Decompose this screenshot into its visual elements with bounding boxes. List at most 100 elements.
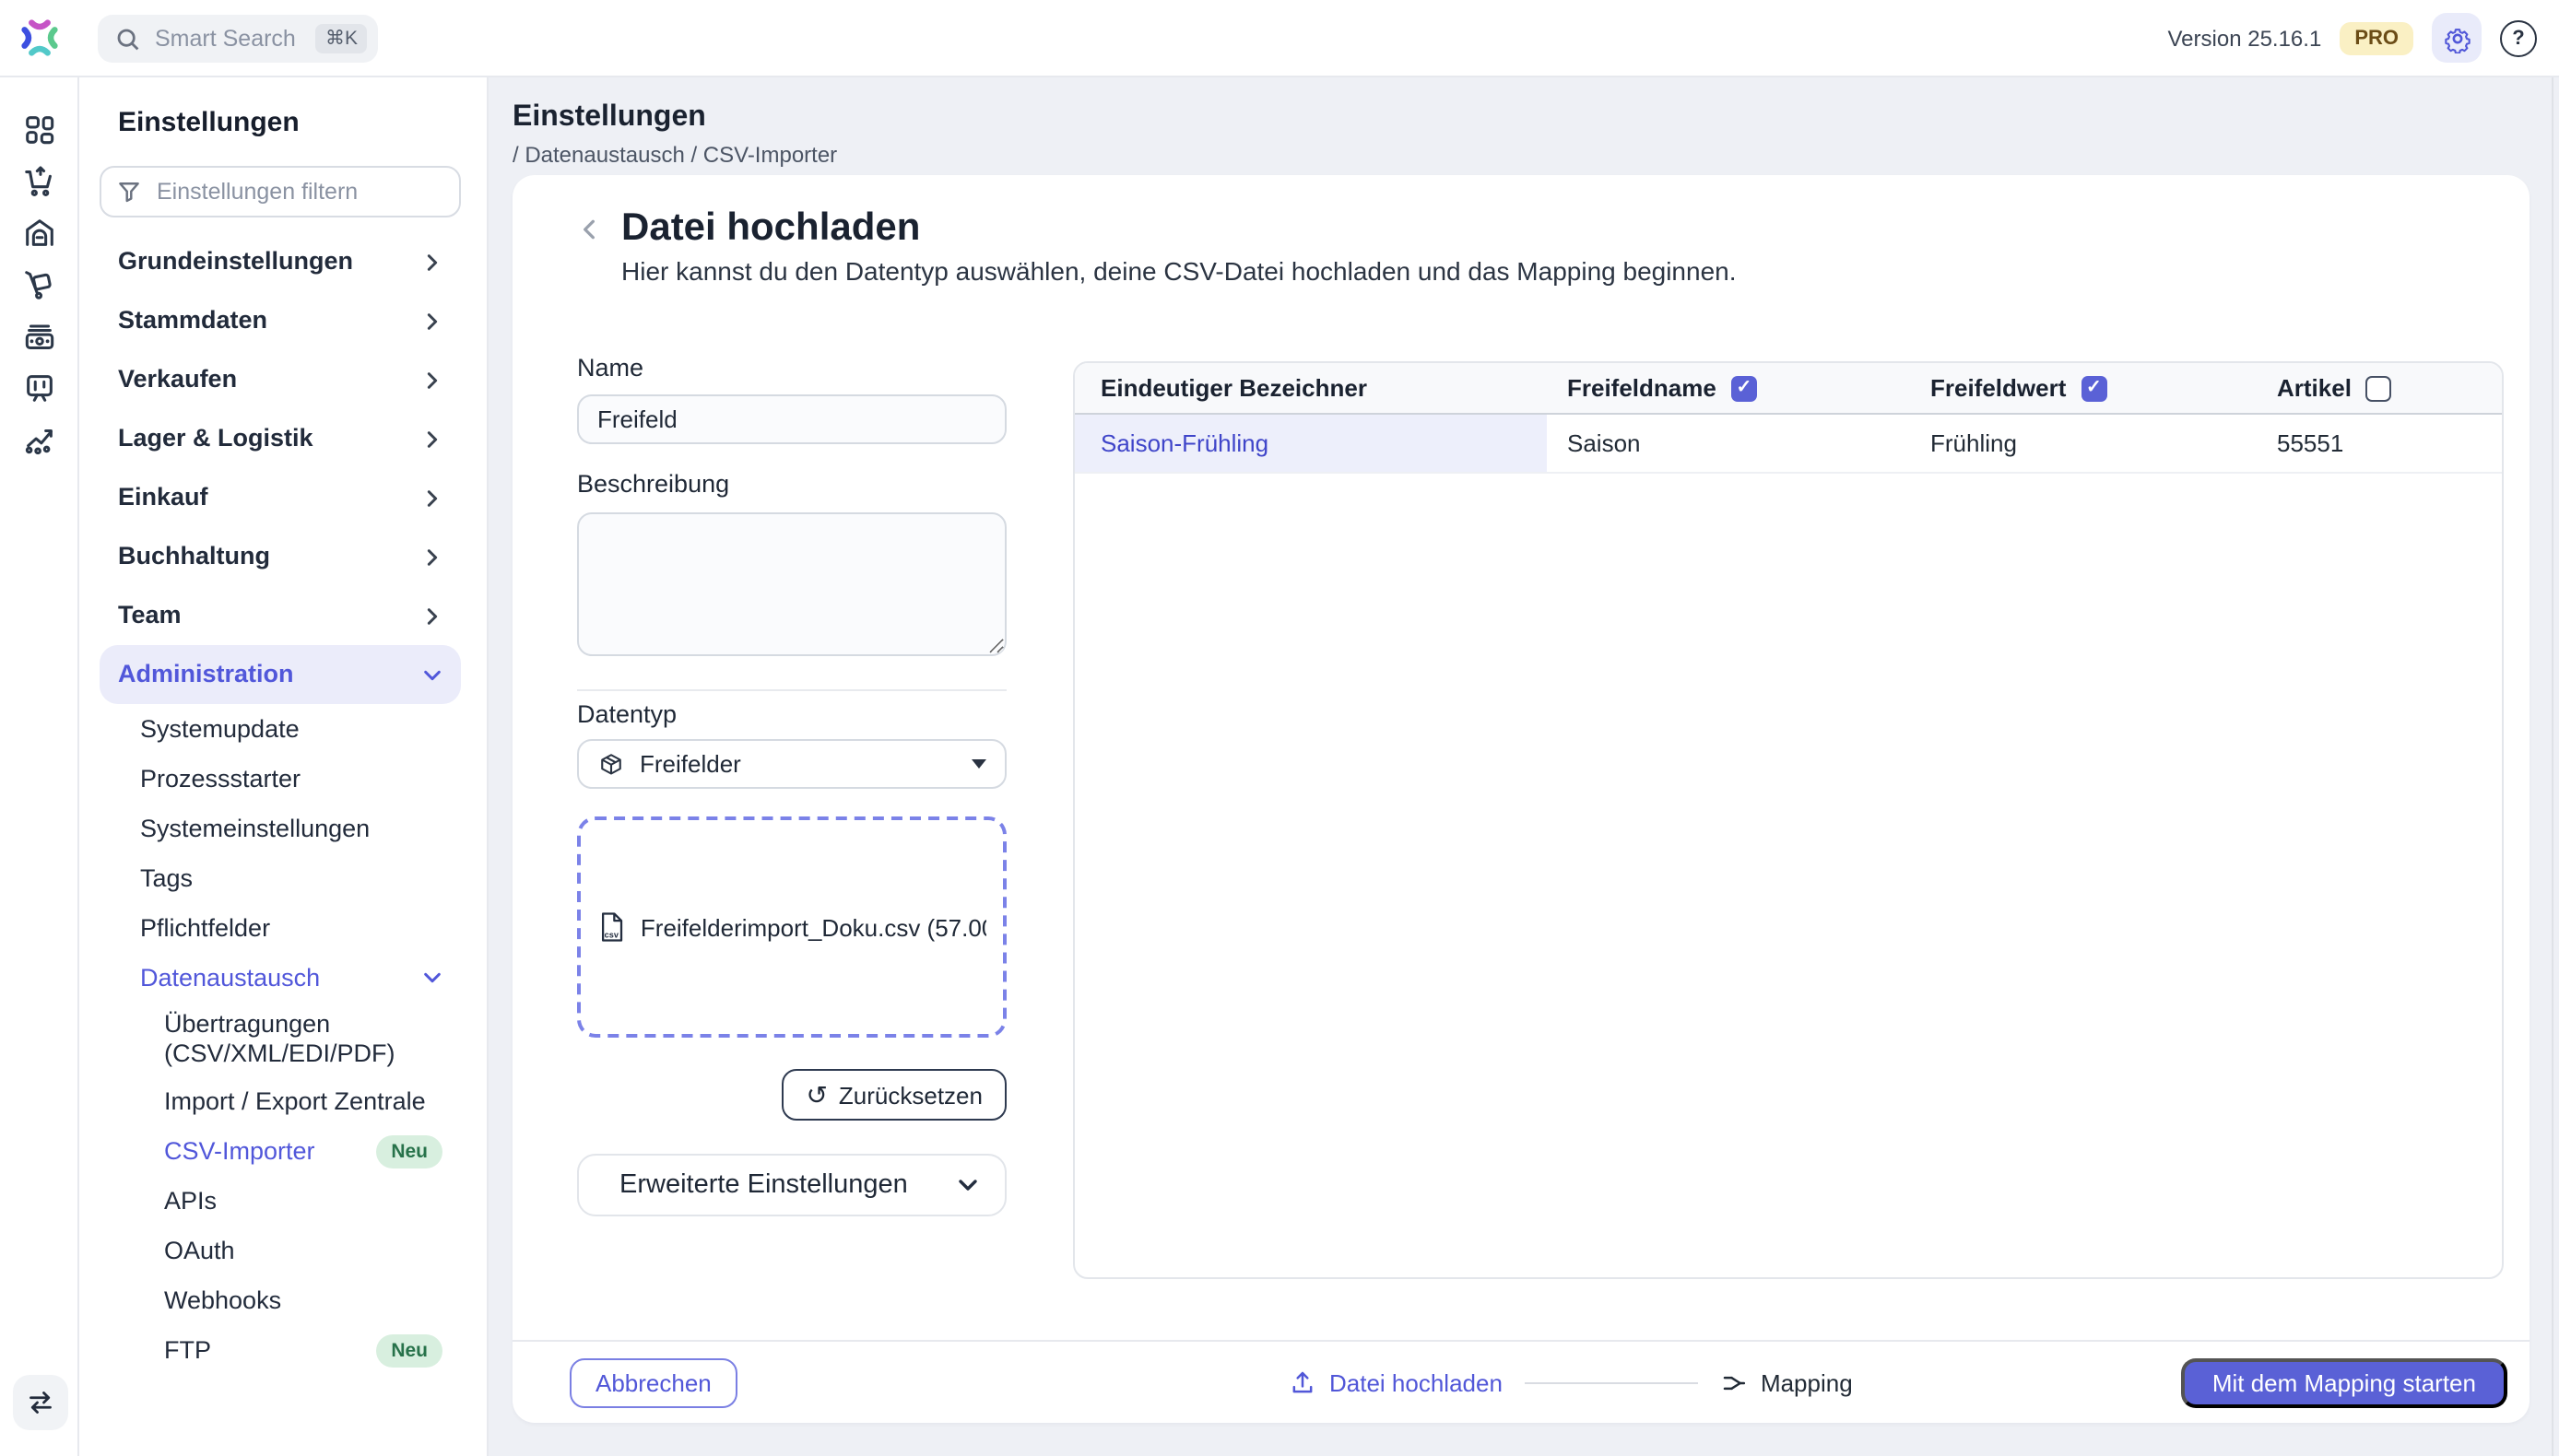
chevron-down-icon	[424, 972, 441, 983]
back-button[interactable]	[568, 208, 608, 249]
card-title: Datei hochladen	[621, 206, 921, 249]
top-bar: Smart Search ⌘K Version 25.16.1 PRO ?	[0, 0, 2559, 77]
sidebar-item-team[interactable]: Team	[100, 586, 461, 645]
chevron-right-icon	[427, 548, 438, 565]
cell-eindeutiger-bezeichner: Saison-Frühling	[1075, 415, 1547, 472]
sidebar-item-webhooks[interactable]: Webhooks	[100, 1275, 461, 1325]
finance-cash-icon[interactable]	[13, 310, 65, 361]
search-placeholder: Smart Search	[155, 26, 296, 52]
sidebar-item-systemeinstellungen[interactable]: Systemeinstellungen	[100, 804, 461, 853]
sidebar-filter-input[interactable]: Einstellungen filtern	[100, 166, 461, 217]
neu-badge: Neu	[376, 1134, 442, 1168]
smart-search-input[interactable]: Smart Search ⌘K	[98, 15, 378, 63]
advanced-settings-accordion[interactable]: Erweiterte Einstellungen	[577, 1154, 1007, 1216]
check-icon: ✓	[2085, 378, 2102, 398]
sidebar-item-verkaufen[interactable]: Verkaufen	[100, 350, 461, 409]
sidebar-item-oauth[interactable]: OAuth	[100, 1226, 461, 1275]
sidebar-title: Einstellungen	[118, 107, 300, 138]
sidebar-item-csv-importer[interactable]: CSV-Importer Neu	[100, 1126, 461, 1176]
chevron-right-icon	[427, 371, 438, 388]
freifeldwert-checkbox[interactable]: ✓	[2081, 375, 2107, 401]
sidebar-item-datenaustausch[interactable]: Datenaustausch	[100, 953, 461, 1003]
app-window: Smart Search ⌘K Version 25.16.1 PRO ? Ei…	[0, 0, 2559, 1456]
cell-freifeldname: Saison	[1567, 429, 1641, 457]
column-header-freifeldwert: Freifeldwert ✓	[1910, 374, 2257, 402]
description-label: Beschreibung	[577, 470, 730, 498]
description-textarea[interactable]	[577, 512, 1007, 656]
version-label: Version 25.16.1	[2167, 25, 2322, 51]
switch-apps-button[interactable]	[13, 1375, 68, 1430]
datatype-select[interactable]: Freifelder	[577, 739, 1007, 789]
sidebar-item-lager-logistik[interactable]: Lager & Logistik	[100, 409, 461, 468]
sidebar-item-pflichtfelder[interactable]: Pflichtfelder	[100, 903, 461, 953]
cell-artikel: 55551	[2277, 429, 2344, 457]
sidebar-item-apis[interactable]: APIs	[100, 1176, 461, 1226]
sidebar-item-tags[interactable]: Tags	[100, 853, 461, 903]
module-icon-rail	[0, 76, 79, 1456]
warehouse-icon[interactable]	[13, 206, 65, 258]
csv-file-icon: csv	[602, 912, 623, 942]
file-dropzone[interactable]: csv Freifelderimport_Doku.csv (57.00 Byt…	[577, 816, 1007, 1038]
upload-card: Datei hochladen Hier kannst du den Daten…	[513, 175, 2530, 1423]
check-icon: ✓	[1736, 378, 1752, 398]
datatype-value: Freifelder	[640, 750, 741, 778]
sidebar-item-import-export-zentrale[interactable]: Import / Export Zentrale	[100, 1076, 461, 1126]
settings-sidebar: Einstellungen Einstellungen filtern Grun…	[77, 76, 489, 1456]
wizard-steps: Datei hochladen Mapping	[1289, 1342, 1853, 1425]
page-title: Einstellungen	[513, 101, 706, 133]
pro-badge: PRO	[2340, 21, 2413, 54]
sidebar-item-stammdaten[interactable]: Stammdaten	[100, 291, 461, 350]
kanban-board-icon[interactable]	[13, 361, 65, 413]
breadcrumb: / Datenaustausch / CSV-Importer	[513, 142, 838, 168]
analytics-trend-icon[interactable]	[13, 413, 65, 464]
scrollbar-track[interactable]	[2552, 76, 2553, 1456]
sidebar-item-grundeinstellungen[interactable]: Grundeinstellungen	[100, 232, 461, 291]
sidebar-item-administration[interactable]: Administration	[100, 645, 461, 704]
column-header-artikel: Artikel	[2257, 374, 2502, 402]
sidebar-menu: Grundeinstellungen Stammdaten Verkaufen …	[100, 232, 461, 1375]
settings-gear-button[interactable]	[2432, 13, 2482, 63]
form-divider	[577, 689, 1007, 691]
sidebar-item-uebertragungen[interactable]: Übertragungen (CSV/XML/EDI/PDF)	[100, 1003, 461, 1076]
artikel-checkbox[interactable]	[2365, 375, 2392, 401]
sales-cart-icon[interactable]	[13, 155, 65, 206]
start-mapping-button[interactable]: Mit dem Mapping starten	[2180, 1357, 2507, 1407]
chevron-right-icon	[427, 312, 438, 329]
svg-text:csv: csv	[605, 930, 619, 939]
card-subtitle: Hier kannst du den Datentyp auswählen, d…	[621, 256, 1737, 286]
chevron-right-icon	[427, 253, 438, 270]
step-mapping[interactable]: Mapping	[1720, 1369, 1853, 1397]
mapping-icon	[1723, 1376, 1746, 1391]
logistics-trolley-icon[interactable]	[13, 258, 65, 310]
table-row[interactable]: Saison-Frühling Saison Frühling 55551	[1075, 415, 2502, 474]
sidebar-item-prozessstarter[interactable]: Prozessstarter	[100, 754, 461, 804]
upload-icon	[1292, 1371, 1313, 1393]
column-header-eindeutiger-bezeichner: Eindeutiger Bezeichner	[1101, 374, 1367, 402]
chevron-right-icon	[427, 430, 438, 447]
datatype-label: Datentyp	[577, 700, 678, 728]
step-datei-hochladen[interactable]: Datei hochladen	[1289, 1369, 1503, 1397]
sidebar-item-ftp[interactable]: FTP Neu	[100, 1325, 461, 1375]
cancel-button[interactable]: Abbrechen	[570, 1357, 737, 1407]
package-icon	[601, 754, 621, 775]
upload-form: Name Beschreibung Datentyp Freifelder	[577, 352, 1007, 1216]
chevron-right-icon	[427, 489, 438, 506]
cell-freifeldwert: Frühling	[1930, 429, 2017, 457]
help-button[interactable]: ?	[2500, 19, 2537, 56]
csv-preview-table: Eindeutiger Bezeichner Freifeldname ✓ Fr…	[1073, 361, 2504, 1279]
xentral-logo-icon[interactable]	[17, 15, 63, 61]
chevron-right-icon	[427, 607, 438, 624]
reset-button[interactable]: ↺ Zurücksetzen	[782, 1069, 1007, 1121]
dashboard-icon[interactable]	[13, 103, 65, 155]
chevron-down-icon	[959, 1180, 977, 1191]
freifeldname-checkbox[interactable]: ✓	[1730, 375, 1757, 401]
sidebar-item-systemupdate[interactable]: Systemupdate	[100, 704, 461, 754]
name-input[interactable]	[577, 394, 1007, 444]
sidebar-item-buchhaltung[interactable]: Buchhaltung	[100, 527, 461, 586]
sidebar-item-einkauf[interactable]: Einkauf	[100, 468, 461, 527]
chevron-down-icon	[424, 669, 441, 680]
neu-badge: Neu	[376, 1333, 442, 1367]
column-header-freifeldname: Freifeldname ✓	[1547, 374, 1910, 402]
table-header-row: Eindeutiger Bezeichner Freifeldname ✓ Fr…	[1075, 363, 2502, 415]
wizard-footer: Abbrechen Datei hochladen Mapping Mit de…	[513, 1340, 2530, 1423]
